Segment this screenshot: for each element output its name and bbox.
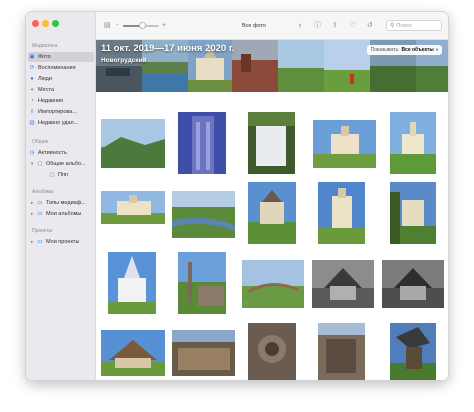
photo-thumbnail[interactable] (390, 182, 436, 244)
photo-thumbnail[interactable] (318, 182, 365, 244)
sidebar-item-label: Недавние (38, 98, 64, 104)
sidebar-item-label: Мои проекты (46, 239, 80, 245)
photo-thumbnail[interactable] (382, 260, 444, 308)
photo-thumbnail[interactable] (248, 182, 296, 244)
zoom-slider-knob[interactable] (139, 22, 147, 29)
view-selector[interactable]: Все фото ⇕ (242, 20, 302, 31)
favorite-icon[interactable]: ♡ (244, 299, 249, 306)
sidebar-item-album-ppp[interactable]: ▢ Ппп (38, 170, 94, 180)
favorite-icon[interactable]: ♡ (350, 21, 356, 30)
sidebar-item-people[interactable]: ● Люди (28, 74, 94, 84)
sidebar-section-library: Медиатека (32, 43, 58, 49)
zoom-button[interactable] (52, 20, 59, 27)
sidebar-toggle-icon[interactable]: ▤ (104, 21, 111, 30)
places-icon: ⌖ (30, 86, 34, 93)
chevron-updown-icon: ⇕ (298, 22, 302, 28)
photos-window: Медиатека ▣ Фото ⟳ Воспоминания ● Люди ⌖… (26, 12, 448, 380)
sidebar-item-imports[interactable]: ⇩ Импортирова... (28, 107, 94, 117)
photo-thumbnail[interactable] (390, 112, 436, 174)
sidebar-item-label: Места (38, 87, 54, 93)
folder-icon: ▭ (37, 200, 43, 206)
photo-thumbnail[interactable] (108, 252, 156, 314)
sidebar-item-label: Типы медиаф... (46, 200, 86, 206)
photo-thumbnail[interactable] (172, 191, 235, 238)
sidebar-item-label: Мои альбомы (46, 211, 82, 217)
sidebar-item-my-projects[interactable]: ▸ ▭ Мои проекты (28, 237, 94, 247)
sidebar-section-shared: Общие (32, 139, 49, 145)
photo-thumbnail[interactable] (248, 323, 296, 380)
zoom-out-icon[interactable]: − (116, 21, 119, 30)
share-icon[interactable]: ⇪ (332, 21, 338, 30)
sidebar-section-projects: Проекты (32, 228, 53, 234)
photo-thumbnail[interactable] (101, 119, 165, 168)
people-icon: ● (30, 76, 34, 82)
photo-thumbnail[interactable] (101, 191, 165, 224)
shared-albums-icon: ▢ (37, 161, 43, 167)
album-icon: ▢ (49, 172, 55, 178)
toolbar: ▤ − + Все фото ⇕ ⓘ ⇪ ♡ ↺ ⚲ (96, 12, 448, 40)
moment-header: 11 окт. 2019—17 июня 2020 г. Новогрудски… (96, 40, 448, 92)
sidebar-item-my-albums[interactable]: ▸ ▭ Мои альбомы (28, 209, 94, 219)
show-filter-button[interactable]: Показывать: Все объекты ▾ (366, 45, 442, 55)
photo-thumbnail[interactable] (248, 112, 295, 174)
sidebar-item-shared-albums[interactable]: ▾ ▢ Общие альбо... (28, 159, 94, 169)
photo-thumbnail[interactable] (313, 120, 376, 168)
folder-icon: ▭ (37, 239, 43, 245)
photo-thumbnail[interactable] (172, 330, 235, 376)
moment-location[interactable]: Новогрудский (101, 57, 147, 64)
chevron-down-icon: ▾ (435, 47, 438, 52)
sidebar-section-albums: Альбомы (32, 189, 54, 195)
sidebar-item-label: Активность (38, 150, 67, 156)
sidebar-item-label: Недавно удал... (38, 120, 79, 126)
photo-grid: ♡ (96, 92, 448, 380)
filter-value: Все объекты (401, 47, 434, 53)
info-icon[interactable]: ⓘ (314, 21, 321, 30)
main-area: ▤ − + Все фото ⇕ ⓘ ⇪ ♡ ↺ ⚲ Поиск 11 окт.… (96, 12, 448, 380)
activity-icon: ◷ (29, 150, 35, 156)
sidebar-item-photos[interactable]: ▣ Фото (28, 52, 94, 62)
sidebar-item-places[interactable]: ⌖ Места (28, 85, 94, 95)
sidebar-item-label: Ппп (58, 172, 68, 178)
view-selector-label: Все фото (242, 22, 266, 29)
photo-thumbnail[interactable] (318, 323, 365, 380)
sidebar-item-label: Фото (38, 54, 51, 60)
sidebar-item-label: Общие альбо... (46, 161, 86, 167)
photo-thumbnail[interactable] (101, 330, 165, 376)
sidebar-item-label: Воспоминания (38, 65, 76, 71)
close-button[interactable] (32, 20, 39, 27)
sidebar-item-label: Импортирова... (38, 109, 77, 115)
sidebar-item-memories[interactable]: ⟳ Воспоминания (28, 63, 94, 73)
search-input[interactable] (396, 22, 441, 29)
minimize-button[interactable] (42, 20, 49, 27)
filter-prefix: Показывать: (370, 47, 400, 53)
sidebar: Медиатека ▣ Фото ⟳ Воспоминания ● Люди ⌖… (26, 12, 96, 380)
photo-thumbnail[interactable] (242, 260, 304, 308)
sidebar-item-recents[interactable]: ◔ Недавние (28, 96, 94, 106)
recents-icon: ◔ (30, 98, 34, 104)
rotate-icon[interactable]: ↺ (367, 21, 373, 30)
memories-icon: ⟳ (29, 65, 35, 71)
trash-icon: ▥ (29, 120, 35, 126)
photo-thumbnail[interactable] (312, 260, 374, 308)
photos-icon: ▣ (29, 54, 35, 60)
zoom-in-icon[interactable]: + (162, 21, 166, 30)
sidebar-item-recently-deleted[interactable]: ▥ Недавно удал... (28, 118, 94, 128)
photo-thumbnail[interactable] (390, 323, 436, 380)
imports-icon: ⇩ (29, 109, 35, 115)
search-icon: ⚲ (390, 23, 395, 29)
photo-thumbnail[interactable] (178, 112, 226, 174)
folder-icon: ▭ (37, 211, 43, 217)
sidebar-item-activity[interactable]: ◷ Активность (28, 148, 94, 158)
search-field[interactable]: ⚲ (386, 20, 442, 31)
sidebar-item-media-types[interactable]: ▸ ▭ Типы медиаф... (28, 198, 94, 208)
sidebar-item-label: Люди (38, 76, 52, 82)
moment-date-range: 11 окт. 2019—17 июня 2020 г. (101, 43, 235, 54)
photo-thumbnail[interactable] (178, 252, 226, 314)
